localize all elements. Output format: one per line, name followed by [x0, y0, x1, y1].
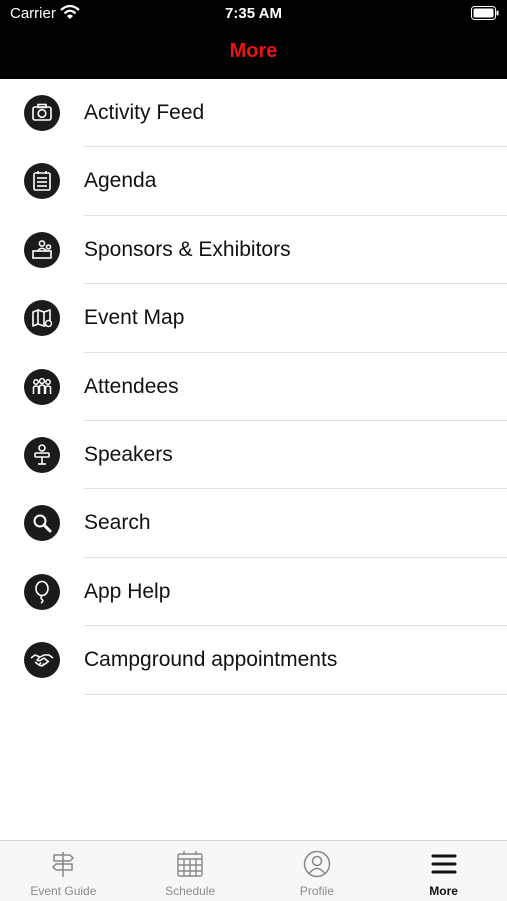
calendar-icon [177, 851, 203, 877]
tab-profile[interactable]: Profile [254, 841, 381, 901]
signpost-icon [52, 852, 75, 877]
tab-label: Profile [299, 884, 334, 898]
tab-label: More [429, 884, 458, 898]
menu-item-label: Sponsors & Exhibitors [84, 237, 291, 261]
menu-item-label: Campground appointments [84, 648, 338, 672]
hamburger-icon [431, 854, 457, 874]
menu-item-sponsors-exhibitors[interactable]: Sponsors & Exhibitors [0, 216, 507, 285]
menu-item-event-map[interactable]: Event Map [0, 284, 507, 353]
menu-item-speakers[interactable]: Speakers [0, 421, 507, 490]
handshake-icon [24, 642, 60, 679]
menu-item-label: Attendees [84, 374, 179, 398]
menu-item-label: Search [84, 511, 151, 535]
battery-icon [471, 6, 499, 20]
tab-more[interactable]: More [380, 841, 507, 901]
balloon-icon [24, 573, 60, 610]
menu-item-attendees[interactable]: Attendees [0, 353, 507, 421]
speaker-icon [24, 436, 60, 473]
menu-item-campground-appointments[interactable]: Campground appointments [0, 626, 507, 695]
top-bar: Carrier 7:35 AM More [0, 0, 507, 79]
menu-item-label: App Help [84, 579, 171, 603]
menu-item-agenda[interactable]: Agenda [0, 147, 507, 216]
menu-item-search[interactable]: Search [0, 489, 507, 558]
tab-bar: Event Guide Schedule Profile More [0, 840, 507, 901]
tab-label: Event Guide [30, 884, 97, 898]
agenda-icon [24, 163, 60, 200]
divider [84, 693, 507, 695]
tab-label: Schedule [165, 884, 216, 898]
menu-item-label: Activity Feed [84, 101, 205, 124]
status-time: 7:35 AM [225, 5, 282, 22]
sponsors-icon [24, 231, 60, 268]
attendees-icon [24, 368, 60, 405]
tab-event-guide[interactable]: Event Guide [0, 841, 127, 901]
menu-item-label: Event Map [84, 306, 185, 330]
menu-item-app-help[interactable]: App Help [0, 558, 507, 627]
menu-item-label: Speakers [84, 442, 173, 466]
page-title: More [229, 40, 278, 62]
more-menu-list: Activity Feed Agenda Sponsors & Exhibito… [0, 79, 507, 695]
camera-icon [24, 95, 60, 131]
tab-schedule[interactable]: Schedule [127, 841, 254, 901]
menu-item-activity-feed[interactable]: Activity Feed [0, 79, 507, 148]
search-icon [24, 505, 60, 542]
status-bar: Carrier 7:35 AM [0, 0, 507, 28]
menu-item-label: Agenda [84, 169, 157, 193]
map-icon [24, 300, 60, 337]
profile-icon [303, 850, 331, 878]
